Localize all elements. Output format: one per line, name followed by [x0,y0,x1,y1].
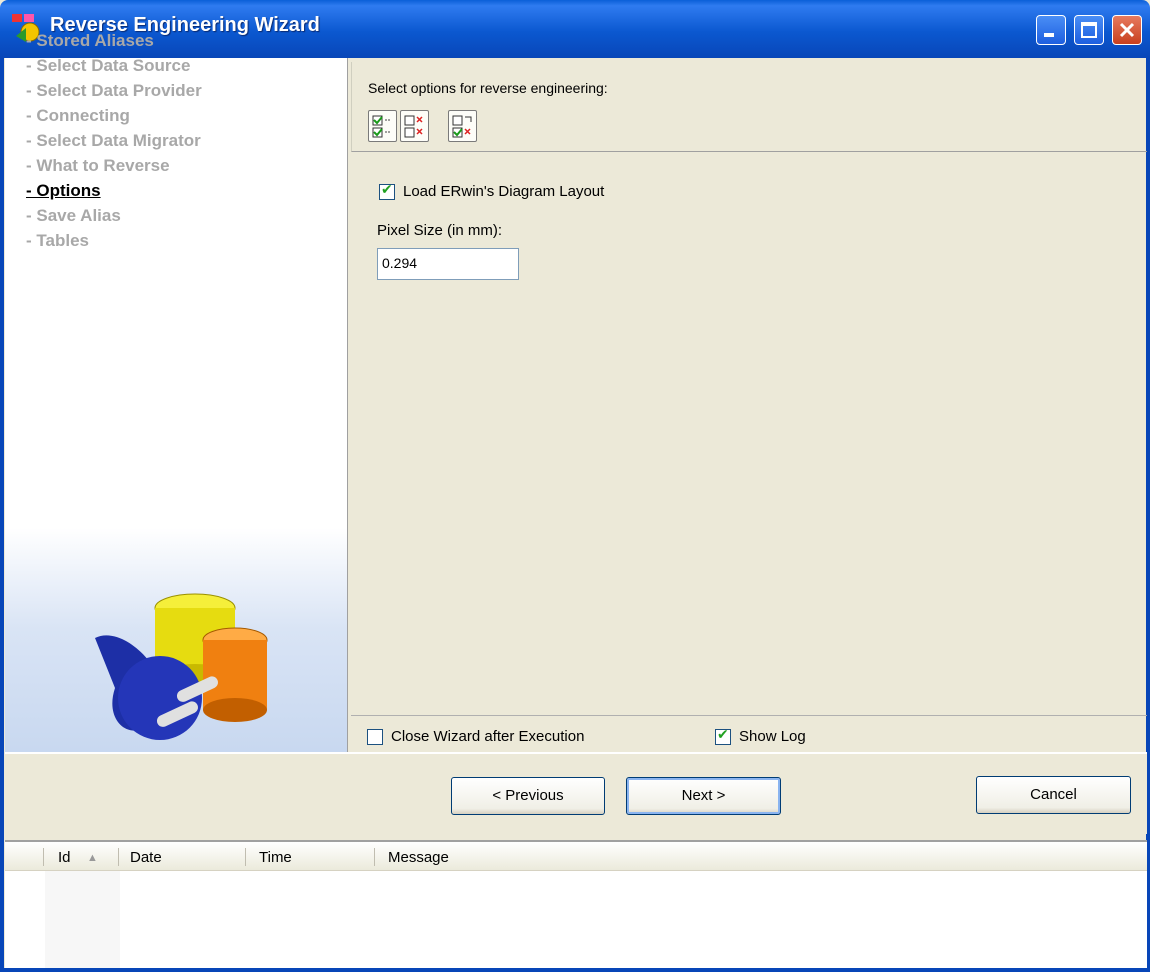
invert-selection-button[interactable] [448,110,477,142]
check-all-icon [372,115,391,138]
check-all-button[interactable] [368,110,397,142]
nav-step-tables[interactable]: - Tables [26,228,202,253]
maximize-icon [1081,22,1097,38]
show-log-label: Show Log [739,728,806,745]
log-col-date[interactable]: Date [130,849,162,866]
invert-selection-icon [452,115,472,138]
options-header-text: Select options for reverse engineering: [368,80,608,96]
close-wizard-checkbox[interactable] [367,729,383,745]
log-col-message[interactable]: Message [388,849,449,866]
minimize-icon [1044,33,1054,37]
sort-ascending-icon: ▲ [87,852,98,864]
minimize-button[interactable] [1036,15,1066,45]
wizard-steps-list: - Stored Aliases - Select Data Source - … [26,28,202,253]
nav-step-stored-aliases[interactable]: - Stored Aliases [26,28,202,53]
options-divider [351,715,1147,716]
nav-step-select-data-source[interactable]: - Select Data Source [26,53,202,78]
uncheck-all-icon [404,115,423,138]
pixel-size-input[interactable]: 0.294 [377,248,519,280]
nav-step-select-data-provider[interactable]: - Select Data Provider [26,78,202,103]
load-layout-label: Load ERwin's Diagram Layout [403,183,605,200]
pixel-size-label: Pixel Size (in mm): [377,222,503,239]
close-icon [1119,22,1135,38]
nav-step-connecting[interactable]: - Connecting [26,103,202,128]
database-plug-illustration [95,593,268,740]
uncheck-all-button[interactable] [400,110,429,142]
log-column-header [5,842,1147,871]
next-button[interactable]: Next > [626,777,781,815]
close-wizard-label: Close Wizard after Execution [391,728,585,745]
nav-step-select-data-migrator[interactable]: - Select Data Migrator [26,128,202,153]
log-col-id[interactable]: Id [58,849,71,866]
nav-step-save-alias[interactable]: - Save Alias [26,203,202,228]
close-button[interactable] [1112,15,1142,45]
nav-step-options[interactable]: - Options [26,178,202,203]
previous-button[interactable]: < Previous [451,777,605,815]
show-log-checkbox[interactable] [715,727,731,745]
log-id-column-area [45,871,120,968]
nav-step-what-to-reverse[interactable]: - What to Reverse [26,153,202,178]
load-layout-checkbox[interactable] [379,182,395,200]
cancel-button[interactable]: Cancel [976,776,1131,814]
log-col-time[interactable]: Time [259,849,292,866]
maximize-button[interactable] [1074,15,1104,45]
